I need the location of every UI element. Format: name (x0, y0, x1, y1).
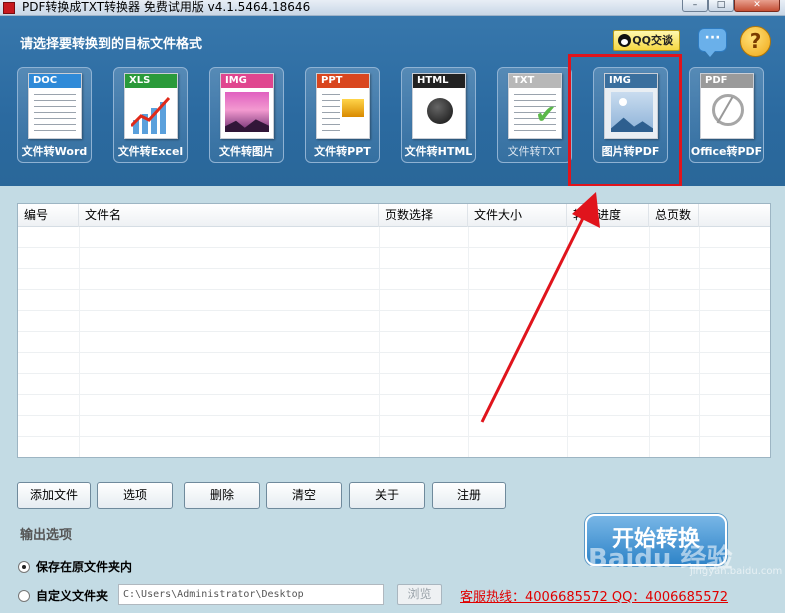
tool-file-to-ppt[interactable]: PPT 文件转PPT (305, 67, 380, 163)
table-row (18, 248, 770, 269)
tool-label: 文件转PPT (314, 145, 371, 158)
file-table[interactable]: 编号 文件名 页数选择 文件大小 转换进度 总页数 (17, 203, 771, 458)
window-title: PDF转换成TXT转换器 免费试用版 v4.1.5464.18646 (22, 0, 311, 14)
tool-badge: PDF (701, 74, 753, 88)
app-icon (3, 2, 15, 14)
delete-button[interactable]: 删除 (184, 482, 260, 509)
tool-badge: TXT (509, 74, 561, 88)
sun-graphic (619, 98, 627, 106)
globe-icon (427, 98, 453, 124)
qq-chat-button[interactable]: QQ交谈 (613, 30, 680, 51)
browse-button[interactable]: 浏览 (397, 584, 442, 605)
table-row (18, 374, 770, 395)
tool-badge: HTML (413, 74, 465, 88)
register-button[interactable]: 注册 (432, 482, 506, 509)
column-header-file-size[interactable]: 文件大小 (468, 204, 567, 227)
output-options-label: 输出选项 (20, 528, 73, 543)
save-original-option[interactable]: 保存在原文件夹内 (18, 558, 132, 575)
title-bar: PDF转换成TXT转换器 免费试用版 v4.1.5464.18646 – □ ✕ (0, 0, 785, 16)
close-button[interactable]: ✕ (734, 0, 780, 12)
doc-lines-graphic (34, 94, 76, 134)
minimize-button[interactable]: – (682, 0, 708, 12)
tool-file-to-word[interactable]: DOC 文件转Word (17, 67, 92, 163)
custom-folder-label: 自定义文件夹 (36, 589, 109, 603)
table-row (18, 437, 770, 457)
support-hotline-link[interactable]: 客服热线：4006685572 QQ：4006685572 (460, 586, 728, 605)
table-row (18, 395, 770, 416)
image-doc-icon: IMG (220, 73, 274, 139)
tool-label: 文件转图片 (219, 145, 274, 158)
ppt-doc-icon: PPT (316, 73, 370, 139)
main-panel: 编号 文件名 页数选择 文件大小 转换进度 总页数 添加文件 选项 删除 清空 … (0, 186, 785, 613)
tool-label: 文件转HTML (404, 145, 473, 158)
tool-file-to-image[interactable]: IMG 文件转图片 (209, 67, 284, 163)
column-header-page-selection[interactable]: 页数选择 (379, 204, 468, 227)
table-header: 编号 文件名 页数选择 文件大小 转换进度 总页数 (18, 204, 770, 227)
column-header-total-pages[interactable]: 总页数 (649, 204, 699, 227)
table-row (18, 353, 770, 374)
table-row (18, 290, 770, 311)
format-prompt: 请选择要转换到的目标文件格式 (20, 37, 203, 52)
output-path-input[interactable]: C:\Users\Administrator\Desktop (118, 584, 384, 605)
tool-file-to-excel[interactable]: XLS 文件转Excel (113, 67, 188, 163)
excel-chart-icon (131, 96, 171, 134)
tool-badge: IMG (221, 74, 273, 88)
tool-label: 文件转TXT (507, 145, 562, 158)
add-file-button[interactable]: 添加文件 (17, 482, 91, 509)
column-header-index[interactable]: 编号 (18, 204, 79, 227)
column-header-filename[interactable]: 文件名 (79, 204, 379, 227)
options-button[interactable]: 选项 (97, 482, 173, 509)
acrobat-icon (712, 94, 744, 126)
tool-badge: DOC (29, 74, 81, 88)
tool-file-to-html[interactable]: HTML 文件转HTML (401, 67, 476, 163)
clear-button[interactable]: 清空 (266, 482, 342, 509)
tool-badge: PPT (317, 74, 369, 88)
table-row (18, 269, 770, 290)
sunset-picture-icon (225, 92, 269, 132)
office-pdf-doc-icon: PDF (700, 73, 754, 139)
excel-doc-icon: XLS (124, 73, 178, 139)
baidu-watermark-url: jingyan.baidu.com (690, 566, 783, 577)
custom-folder-option[interactable]: 自定义文件夹 (18, 587, 108, 604)
txt-doc-icon: TXT ✔ (508, 73, 562, 139)
word-doc-icon: DOC (28, 73, 82, 139)
message-icon[interactable]: ··· (698, 28, 727, 57)
highlight-box (568, 54, 682, 187)
html-doc-icon: HTML (412, 73, 466, 139)
tool-file-to-txt[interactable]: TXT ✔ 文件转TXT (497, 67, 572, 163)
about-button[interactable]: 关于 (349, 482, 425, 509)
tool-label: 文件转Word (21, 145, 88, 158)
doc-lines-graphic (322, 94, 340, 134)
column-header-progress[interactable]: 转换进度 (567, 204, 649, 227)
maximize-button[interactable]: □ (708, 0, 734, 12)
qq-penguin-icon (618, 34, 631, 47)
tool-badge: XLS (125, 74, 177, 88)
tool-office-to-pdf[interactable]: PDF Office转PDF (689, 67, 764, 163)
tool-label: 文件转Excel (117, 145, 184, 158)
qq-chat-label: QQ交谈 (632, 34, 673, 47)
checkmark-icon: ✔ (535, 100, 557, 130)
slide-picture-icon (341, 98, 365, 118)
table-row (18, 227, 770, 248)
table-row (18, 311, 770, 332)
tool-label: Office转PDF (690, 145, 763, 158)
save-original-label: 保存在原文件夹内 (36, 560, 133, 574)
save-original-radio[interactable] (18, 561, 30, 573)
table-row (18, 416, 770, 437)
custom-folder-radio[interactable] (18, 590, 30, 602)
table-row (18, 332, 770, 353)
help-icon[interactable]: ? (740, 26, 771, 57)
